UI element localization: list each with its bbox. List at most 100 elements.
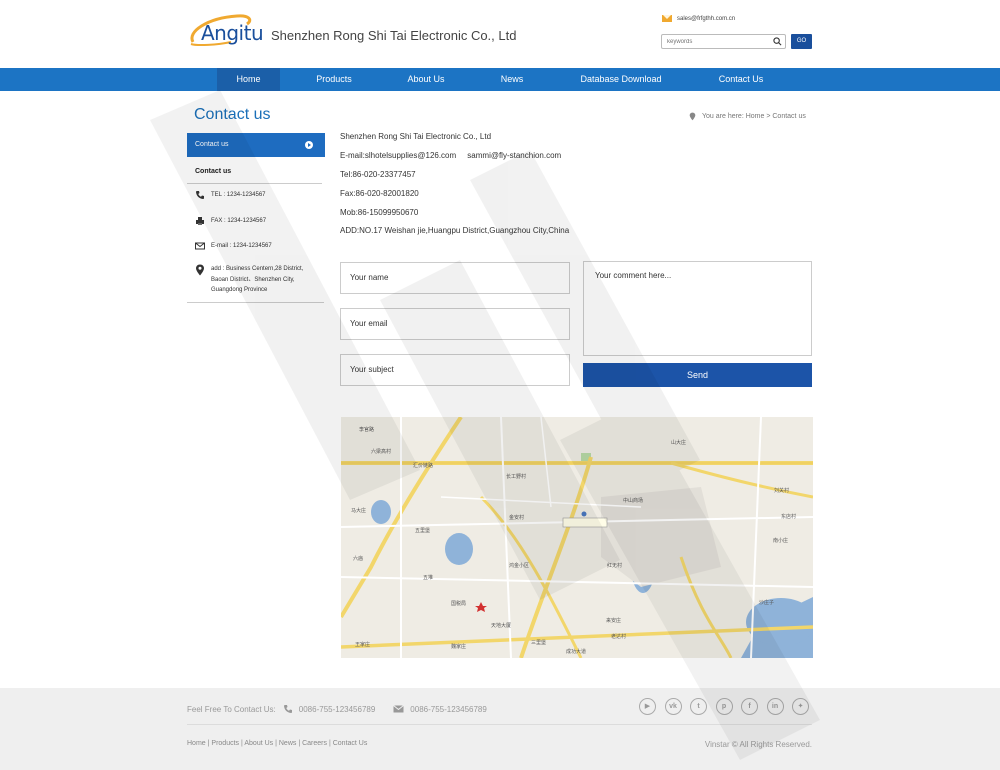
info-email: E-mail:slhotelsupplies@126.com sammi@fly…: [340, 151, 562, 160]
map-label: 东店村: [781, 514, 797, 520]
location-pin-icon: [689, 112, 696, 121]
info-fax: Fax:86-020-82001820: [340, 189, 419, 198]
map-label: 天地大厦: [491, 623, 512, 629]
header-email[interactable]: sales@frfgthh.com.cn: [662, 15, 735, 22]
map-label: 马大庄: [351, 508, 367, 514]
phone-icon: [283, 705, 292, 713]
map-label: 成功大道: [566, 649, 587, 655]
map-label: 王家庄: [355, 642, 371, 648]
logo[interactable]: Angitu: [187, 12, 264, 48]
sidebar-tel-text: TEL : 1234-1234567: [211, 192, 266, 198]
location-map[interactable]: 李官路 六梁高村 汇价链路 马大庄 五里堡 六庙 五堆 国税局 天地大厦 来安庄…: [341, 417, 813, 658]
footer-link-careers[interactable]: Careers: [302, 740, 327, 747]
footer-links: Home | Products | About Us | News | Care…: [187, 740, 368, 747]
breadcrumb: You are here: Home > Contact us: [689, 112, 806, 121]
footer-email-phone: 0086-755-123456789: [410, 704, 487, 714]
vk-icon[interactable]: vk: [664, 698, 682, 715]
social-links: ▶ vk t p f in ✦: [639, 698, 809, 715]
sidebar-address: add : Business Centern,28 District, Baoa…: [195, 264, 303, 296]
map-label: 国税局: [451, 601, 467, 607]
search-input[interactable]: [662, 35, 767, 49]
sidebar-fax-text: FAX : 1234-1234567: [211, 218, 267, 224]
map-label: 三里堡: [531, 640, 547, 646]
linkedin-icon[interactable]: in: [766, 698, 784, 715]
envelope-icon: [393, 705, 405, 713]
nav-products[interactable]: Products: [298, 68, 370, 91]
footer-link-contact-us[interactable]: Contact Us: [333, 740, 368, 747]
phone-icon: [196, 191, 204, 199]
copyright: Vinstar © All Rights Reserved.: [704, 740, 812, 749]
footer-link-about-us[interactable]: About Us: [244, 740, 273, 747]
map-label: 沙庄子: [759, 600, 775, 606]
youtube-icon[interactable]: ▶: [639, 698, 656, 715]
email-field[interactable]: Your email: [340, 308, 570, 340]
main-nav: Home Products About Us News Database Dow…: [0, 68, 1000, 91]
printer-icon: [196, 217, 204, 225]
map-label: 六庙: [353, 556, 364, 562]
go-button[interactable]: GO: [791, 34, 812, 49]
logo-text: Angitu: [201, 21, 264, 45]
nav-about-us[interactable]: About Us: [392, 68, 460, 91]
comment-field[interactable]: Your comment here...: [583, 261, 812, 356]
search-icon[interactable]: [773, 37, 782, 46]
sidebar-divider: [187, 183, 322, 184]
info-tel: Tel:86-020-23377457: [340, 170, 416, 179]
address-line: add : Business Centern,28 District,: [211, 266, 304, 272]
footer-link-home[interactable]: Home: [187, 740, 206, 747]
arrow-right-circle-icon: [305, 141, 313, 149]
sidebar-email: E-mail : 1234-1234567: [195, 241, 272, 251]
footer-contact-label: Feel Free To Contact Us:: [187, 704, 276, 714]
info-address: ADD:NO.17 Weishan jie,Huangpu District,G…: [340, 226, 570, 235]
address-line: Guangdong Province: [211, 287, 268, 293]
sidebar-email-text: E-mail : 1234-1234567: [211, 243, 272, 249]
header-email-text: sales@frfgthh.com.cn: [677, 15, 736, 22]
map-label: 金安村: [509, 515, 525, 521]
sidebar-tel: TEL : 1234-1234567: [195, 190, 266, 200]
sidebar-heading: Contact us: [195, 168, 232, 175]
header: Angitu Shenzhen Rong Shi Tai Electronic …: [0, 0, 1000, 68]
map-label: 六梁高村: [371, 449, 392, 455]
sidebar-address-text: add : Business Centern,28 District, Baoa…: [211, 264, 303, 296]
map-roads: [341, 417, 813, 658]
address-line: Baoan District、Shenzhen City,: [211, 276, 295, 283]
map-pin-icon: [196, 264, 204, 276]
nav-news[interactable]: News: [484, 68, 540, 91]
subject-field[interactable]: Your subject: [340, 354, 570, 386]
envelope-icon: [662, 15, 672, 22]
footer: [0, 688, 1000, 770]
info-company: Shenzhen Rong Shi Tai Electronic Co., Lt…: [340, 132, 492, 141]
send-button[interactable]: Send: [583, 363, 812, 387]
footer-link-products[interactable]: Products: [211, 740, 239, 747]
map-label: 刘关村: [774, 488, 790, 494]
nav-contact-us[interactable]: Contact Us: [705, 68, 777, 91]
twitter-icon[interactable]: ✦: [792, 698, 809, 715]
tumblr-icon[interactable]: t: [690, 698, 707, 715]
map-label: 汇价链路: [413, 463, 434, 469]
sidebar-contact-button[interactable]: Contact us: [187, 133, 325, 157]
map-label: 南小庄: [773, 538, 789, 544]
map-label: 魏家庄: [451, 644, 467, 650]
map-label: 中山商场: [623, 498, 644, 504]
nav-database-download[interactable]: Database Download: [568, 68, 674, 91]
map-label: 五里堡: [415, 528, 431, 534]
breadcrumb-text[interactable]: You are here: Home > Contact us: [702, 113, 806, 120]
name-field[interactable]: Your name: [340, 262, 570, 294]
envelope-icon: [195, 242, 205, 250]
facebook-icon[interactable]: f: [741, 698, 758, 715]
map-label: 鸿金小区: [509, 563, 530, 569]
footer-link-news[interactable]: News: [279, 740, 297, 747]
search-box[interactable]: [661, 34, 786, 49]
map-label: 山大庄: [671, 440, 687, 446]
footer-divider: [187, 724, 812, 725]
map-label: 五堆: [423, 575, 434, 581]
footer-phone: 0086-755-123456789: [298, 704, 376, 714]
info-mobile: Mob:86-15099950670: [340, 208, 419, 217]
map-label: 来安庄: [606, 618, 622, 624]
map-label: 李官路: [359, 427, 375, 433]
map-label: 老达村: [611, 634, 627, 640]
footer-contact: Feel Free To Contact Us: 0086-755-123456…: [187, 704, 487, 714]
map-label: 长工野村: [506, 474, 527, 480]
page-title: Contact us: [194, 106, 271, 123]
nav-home[interactable]: Home: [217, 68, 280, 91]
pinterest-icon[interactable]: p: [715, 698, 733, 715]
